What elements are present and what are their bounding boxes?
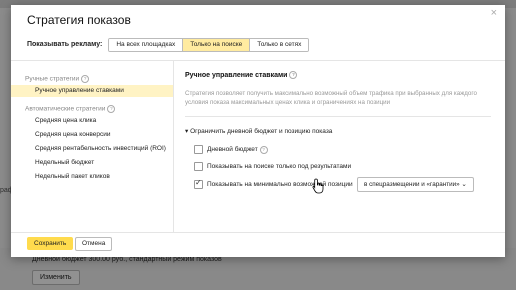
daily-budget-checkbox[interactable]: Дневной бюджет ? [194, 145, 268, 154]
strategy-item-manual-bids[interactable]: Ручное управление ставками [11, 85, 173, 97]
show-ads-option-networks[interactable]: Только в сетях [249, 38, 309, 51]
chevron-down-icon: ⌄ [461, 181, 467, 188]
show-ads-row: Показывать рекламу: На всех площадках То… [27, 37, 310, 52]
strategy-item-weekly-budget[interactable]: Недельный бюджет [11, 157, 173, 169]
limit-toggle[interactable]: ▾ Ограничить дневной бюджет и позицию по… [185, 127, 332, 135]
manual-strategies-label: Ручные стратегии [25, 75, 80, 83]
checkbox-box[interactable] [194, 145, 203, 154]
dialog-title: Стратегия показов [27, 13, 131, 27]
footer-divider [11, 232, 505, 233]
min-position-label: Показывать на минимально возможной позиц… [207, 181, 353, 188]
strategy-item-avg-cpa[interactable]: Средняя цена конверсии [11, 129, 173, 141]
checkbox-box[interactable] [194, 162, 203, 171]
strategy-item-weekly-clicks[interactable]: Недельный пакет кликов [11, 171, 173, 183]
show-ads-label: Показывать рекламу: [27, 41, 103, 48]
info-icon[interactable]: ? [289, 71, 298, 79]
auto-strategies-header: Автоматические стратегии? [25, 105, 116, 113]
auto-strategies-label: Автоматические стратегии [25, 105, 106, 113]
detail-title: Ручное управление ставками? [185, 71, 298, 79]
position-select[interactable]: в спецразмещении и «гарантии» ⌄ [357, 177, 474, 192]
info-icon[interactable]: ? [107, 105, 116, 113]
detail-title-text: Ручное управление ставками [185, 71, 288, 79]
hand-cursor-icon [312, 178, 324, 194]
save-button[interactable]: Сохранить [27, 237, 74, 250]
limit-toggle-label: Ограничить дневной бюджет и позицию пока… [190, 128, 333, 135]
info-icon[interactable]: ? [81, 75, 90, 83]
strategy-item-avg-cpc[interactable]: Средняя цена клика [11, 115, 173, 127]
info-icon[interactable]: ? [259, 145, 268, 154]
search-below-results-label: Показывать на поиске только под результа… [207, 163, 352, 170]
close-icon[interactable]: × [491, 8, 497, 19]
strategy-item-roi[interactable]: Средняя рентабельность инвестиций (ROI) [11, 143, 173, 155]
daily-budget-label: Дневной бюджет [207, 146, 258, 153]
position-select-value: в спецразмещении и «гарантии» [364, 181, 460, 188]
checkbox-box-checked[interactable] [194, 178, 203, 189]
manual-strategies-header: Ручные стратегии? [25, 75, 90, 83]
triangle-down-icon: ▾ [185, 128, 189, 135]
cancel-button[interactable]: Отмена [75, 237, 113, 251]
show-ads-option-search[interactable]: Только на поиске [182, 38, 250, 51]
search-below-results-checkbox[interactable]: Показывать на поиске только под результа… [194, 162, 351, 171]
strategy-dialog: × Стратегия показов Показывать рекламу: … [11, 5, 505, 257]
show-ads-segmented: На всех площадках Только на поиске Тольк… [108, 37, 310, 52]
strategy-list: Ручные стратегии? Ручное управление став… [11, 61, 174, 232]
detail-description: Стратегия позволяет получить максимально… [185, 90, 477, 106]
show-ads-option-all[interactable]: На всех площадках [109, 38, 183, 51]
min-position-checkbox[interactable]: Показывать на минимально возможной позиц… [194, 178, 353, 189]
detail-divider [185, 116, 491, 117]
